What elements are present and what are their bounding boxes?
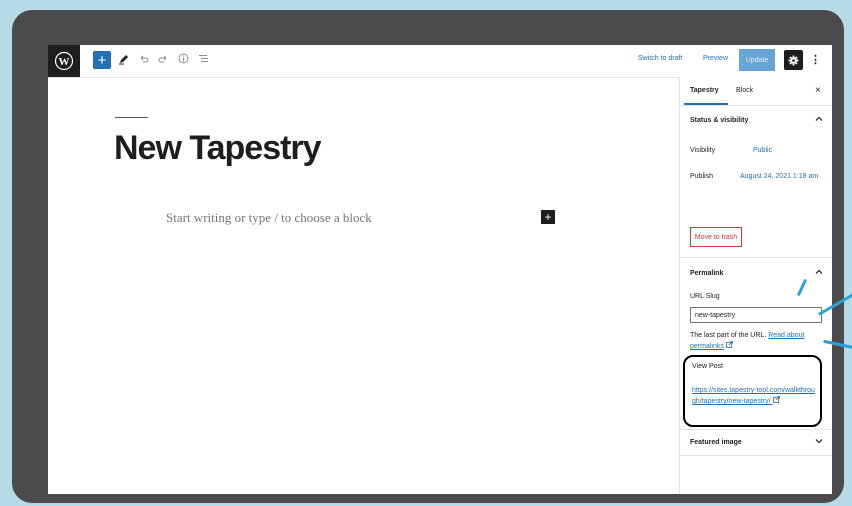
view-post-highlight: View Post https://sites.tapestry-tool.co… [683,355,822,427]
url-slug-label: URL Slug [690,293,720,300]
preview-button[interactable]: Preview [703,55,728,62]
section-divider [680,257,832,258]
post-title[interactable]: New Tapestry [114,129,322,168]
external-link-icon [772,396,780,405]
undo-icon[interactable] [138,53,149,64]
visibility-label: Visibility [690,147,716,154]
move-to-trash-button[interactable]: Move to trash [690,227,742,247]
wordpress-logo-icon[interactable]: W [48,45,80,77]
more-options-button[interactable]: ⋮ [810,53,821,66]
title-divider [115,117,148,118]
url-slug-input[interactable]: new-tapestry [690,307,822,323]
redo-icon[interactable] [158,53,169,64]
pencil-tools-icon[interactable] [118,53,130,65]
publish-date-toggle[interactable]: August 24, 2021 1:18 am [740,173,818,180]
editor-screen: W + Switch to draft Preview Update ⋮ New… [48,45,832,494]
view-post-link[interactable]: https://sites.tapestry-tool.com/walkthro… [692,386,817,407]
visibility-toggle[interactable]: Public [753,147,772,154]
block-placeholder[interactable]: Start writing or type / to choose a bloc… [166,210,372,226]
settings-sidebar: Tapestry Block × Status & visibility Vis… [679,77,832,494]
view-post-url[interactable]: https://sites.tapestry-tool.com/walkthro… [692,387,815,405]
status-visibility-heading[interactable]: Status & visibility [690,117,748,124]
settings-gear-icon[interactable] [784,50,803,70]
update-button[interactable]: Update [739,49,775,71]
device-frame: W + Switch to draft Preview Update ⋮ New… [12,10,844,503]
switch-to-draft-button[interactable]: Switch to draft [638,55,682,62]
chevron-up-icon[interactable] [815,268,823,278]
active-tab-indicator [684,103,728,105]
section-divider [680,429,832,430]
external-link-icon [725,341,733,350]
section-divider [680,455,832,456]
top-toolbar: W + Switch to draft Preview Update ⋮ [48,45,832,78]
close-sidebar-button[interactable]: × [815,85,821,96]
publish-label: Publish [690,173,713,180]
permalink-help-text: The last part of the URL. Read about per… [690,331,825,352]
info-icon[interactable] [178,53,189,64]
svg-text:W: W [59,56,70,68]
permalink-heading[interactable]: Permalink [690,270,723,277]
chevron-down-icon[interactable] [815,437,823,447]
tab-block[interactable]: Block [736,87,753,94]
block-inserter-button[interactable]: + [541,210,555,224]
sidebar-tabs: Tapestry Block × [680,77,832,106]
permalink-help-label: The last part of the URL. [690,332,767,339]
list-view-icon[interactable] [198,53,209,64]
view-post-label: View Post [692,363,723,370]
featured-image-heading[interactable]: Featured image [690,439,742,446]
chevron-up-icon[interactable] [815,115,823,125]
add-block-button[interactable]: + [93,51,111,69]
tab-tapestry[interactable]: Tapestry [690,87,719,94]
